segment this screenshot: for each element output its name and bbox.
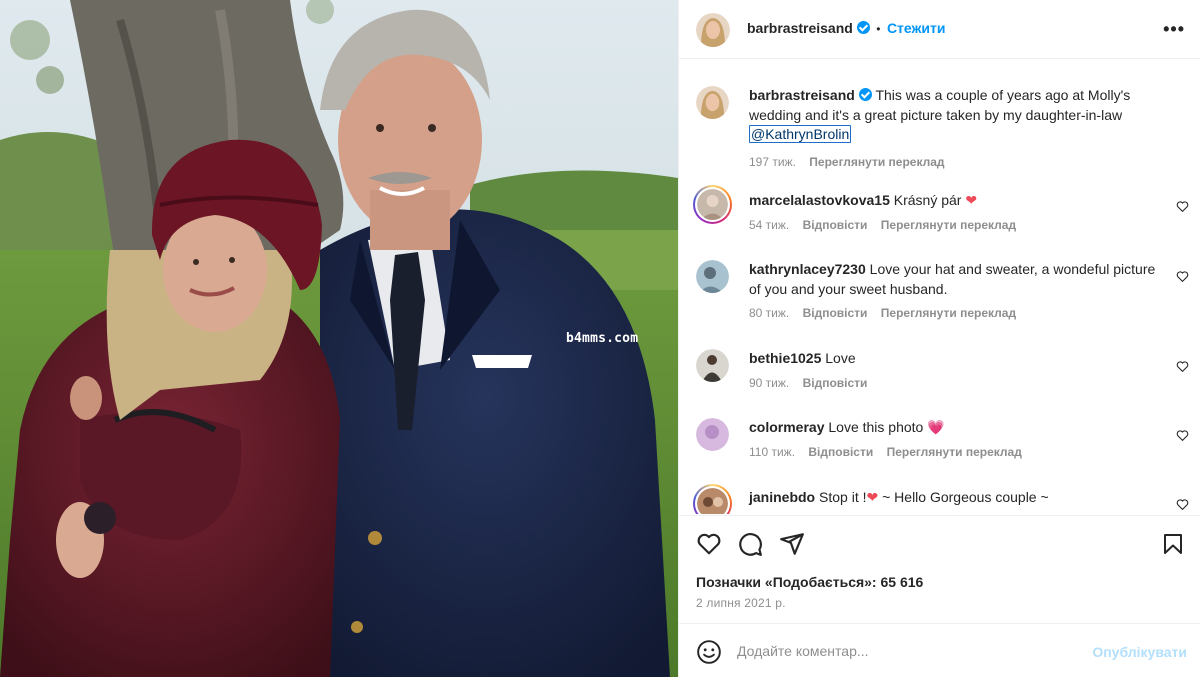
caption-mention[interactable]: @KathrynBrolin xyxy=(749,125,852,143)
post-photo: b4mms.com xyxy=(0,0,678,677)
caption-time: 197 тиж. xyxy=(749,154,796,169)
story-ring[interactable] xyxy=(693,484,732,514)
like-comment-heart-icon[interactable] xyxy=(1176,200,1189,213)
sparkling-heart-emoji: 💗 xyxy=(927,419,945,435)
like-comment-heart-icon[interactable] xyxy=(1176,360,1189,373)
publish-button[interactable]: Опублікувати xyxy=(1092,644,1187,660)
comment-time: 54 тиж. xyxy=(749,217,790,232)
likes-count[interactable]: Позначки «Подобається»: 65 616 xyxy=(696,574,923,590)
reply-button[interactable]: Відповісти xyxy=(808,445,873,459)
comment-text-continued: ~ Hello Gorgeous couple ~ xyxy=(878,489,1049,505)
story-ring[interactable] xyxy=(693,185,732,224)
reply-button[interactable]: Відповісти xyxy=(803,306,868,320)
comment-text: Love this photo xyxy=(828,419,924,435)
heart-icon[interactable] xyxy=(696,531,722,557)
watermark: b4mms.com xyxy=(566,331,639,346)
comment-username[interactable]: janinebdo xyxy=(749,489,815,505)
comment-time: 90 тиж. xyxy=(749,375,790,390)
post-date: 2 липня 2021 р. xyxy=(696,596,786,610)
comment-time: 80 тиж. xyxy=(749,306,790,320)
more-icon[interactable]: ••• xyxy=(1163,20,1185,38)
translate-button[interactable]: Переглянути переклад xyxy=(881,218,1016,232)
comment-text: Stop it ! xyxy=(819,489,867,505)
verified-icon xyxy=(856,21,870,34)
commenter-avatar[interactable] xyxy=(696,349,729,382)
red-heart-emoji: ❤ xyxy=(866,489,879,505)
caption-translate[interactable]: Переглянути переклад xyxy=(809,155,944,169)
like-comment-heart-icon[interactable] xyxy=(1176,498,1189,511)
post-sidebar: barbrastreisand • Стежити ••• barbrastre… xyxy=(678,0,1200,677)
comment-username[interactable]: bethie1025 xyxy=(749,350,821,366)
caption-username[interactable]: barbrastreisand xyxy=(749,87,855,103)
header-separator: • xyxy=(876,22,881,36)
commenter-avatar xyxy=(697,189,728,220)
post-actions: Позначки «Подобається»: 65 616 2 липня 2… xyxy=(679,515,1200,623)
reply-button[interactable]: Відповісти xyxy=(803,376,868,390)
comment-text: Love xyxy=(825,350,856,366)
post-header: barbrastreisand • Стежити ••• xyxy=(679,0,1200,59)
follow-button[interactable]: Стежити xyxy=(887,20,946,36)
commenter-avatar xyxy=(697,488,728,514)
emoji-icon[interactable] xyxy=(696,639,722,665)
translate-button[interactable]: Переглянути переклад xyxy=(887,445,1022,459)
comment-username[interactable]: kathrynlacey7230 xyxy=(749,261,866,277)
caption-avatar[interactable] xyxy=(696,86,729,119)
comment-username[interactable]: colormeray xyxy=(749,419,824,435)
reply-button[interactable]: Відповісти xyxy=(803,218,868,232)
author-username[interactable]: barbrastreisand xyxy=(747,20,853,36)
comment-username[interactable]: marcelalastovkova15 xyxy=(749,192,890,208)
add-comment-bar: Опублікувати xyxy=(679,623,1200,677)
share-icon[interactable] xyxy=(779,531,805,557)
comment-icon[interactable] xyxy=(737,531,763,557)
translate-button[interactable]: Переглянути переклад xyxy=(881,306,1016,320)
like-comment-heart-icon[interactable] xyxy=(1176,429,1189,442)
commenter-avatar[interactable] xyxy=(696,418,729,451)
comment-text: Krásný pár xyxy=(893,192,962,208)
verified-icon xyxy=(858,88,872,101)
like-comment-heart-icon[interactable] xyxy=(1176,270,1189,283)
comment-input[interactable] xyxy=(737,638,1077,664)
comment-time: 110 тиж. xyxy=(749,444,796,459)
commenter-avatar[interactable] xyxy=(696,260,729,293)
bookmark-icon[interactable] xyxy=(1161,531,1185,557)
comments-list[interactable]: barbrastreisand This was a couple of yea… xyxy=(679,60,1200,514)
author-avatar[interactable] xyxy=(696,13,730,47)
red-heart-emoji: ❤ xyxy=(965,192,978,208)
